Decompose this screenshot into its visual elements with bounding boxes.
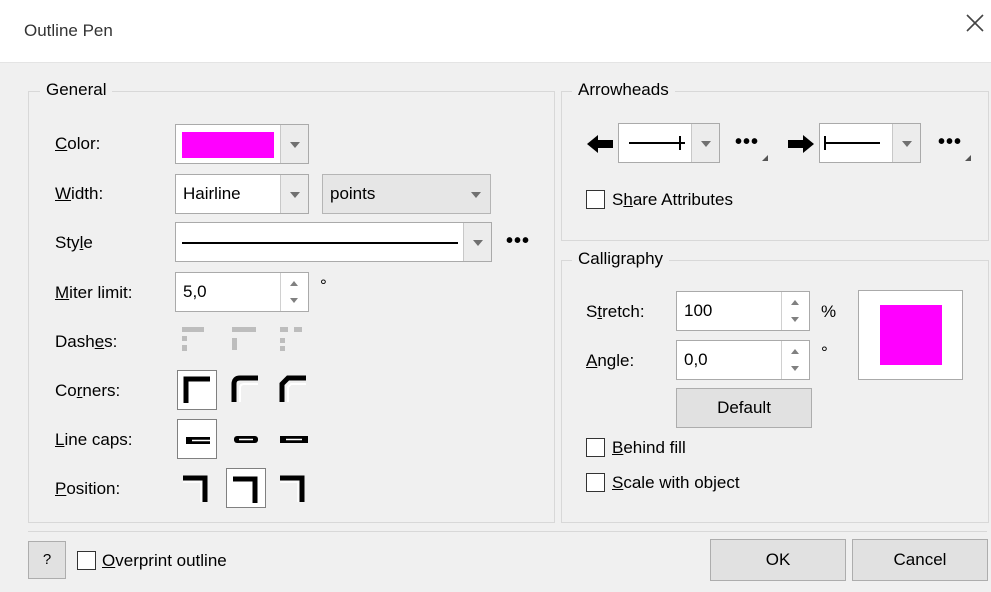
cap-round-icon [234, 436, 258, 443]
corner-round-button[interactable] [226, 370, 266, 410]
footer-divider [28, 531, 987, 532]
close-icon[interactable] [962, 10, 988, 36]
corner-indicator-icon [965, 155, 971, 161]
miter-spinner[interactable] [280, 273, 308, 311]
miter-unit: ° [320, 276, 327, 295]
chevron-down-icon[interactable] [280, 125, 308, 163]
dash-icon-3 [280, 327, 302, 351]
color-picker[interactable] [175, 124, 309, 164]
start-arrow-more-button[interactable]: ••• [735, 131, 759, 154]
position-inside-button[interactable] [274, 468, 314, 508]
dash-icon-1 [182, 327, 204, 351]
overprint-label: Overprint outline [102, 551, 227, 570]
position-label: Position: [55, 479, 121, 498]
angle-unit: ° [821, 343, 828, 362]
position-center-icon [233, 476, 258, 503]
corners-label: Corners: [55, 381, 121, 400]
position-center-button[interactable] [226, 468, 266, 508]
miter-limit-input[interactable]: 5,0 [175, 272, 309, 312]
chevron-down-icon[interactable] [462, 175, 490, 213]
stretch-label: Stretch: [586, 302, 645, 321]
style-label: Style [55, 233, 93, 252]
arrowheads-legend: Arrowheads [572, 80, 675, 100]
miter-label: Miter limit: [55, 283, 133, 302]
angle-label: Angle: [586, 351, 635, 370]
corner-bevel-icon [279, 375, 306, 402]
cap-square-icon [280, 436, 308, 443]
position-outside-button[interactable] [177, 468, 217, 508]
nib-shape [880, 305, 942, 365]
corner-miter-button[interactable] [177, 370, 217, 410]
chevron-down-icon[interactable] [892, 124, 920, 162]
stretch-spinner[interactable] [781, 292, 809, 330]
position-outside-icon [183, 475, 208, 502]
arrowheads-group [561, 91, 989, 241]
corner-miter-icon [183, 376, 210, 403]
linecaps-label: Line caps: [55, 430, 133, 449]
window-title: Outline Pen [24, 21, 113, 40]
width-units-select[interactable]: points [322, 174, 491, 214]
cap-butt-button[interactable] [177, 419, 217, 459]
nib-preview [858, 290, 963, 380]
stretch-unit: % [821, 302, 837, 321]
overprint-checkbox[interactable] [77, 551, 96, 570]
width-label: Width: [55, 184, 104, 203]
cap-butt-icon [186, 437, 210, 444]
end-arrowhead-select[interactable] [819, 123, 921, 163]
dash-icon-2 [232, 327, 256, 350]
cap-square-button[interactable] [274, 419, 314, 459]
angle-input[interactable]: 0,0 [676, 340, 810, 380]
angle-spinner[interactable] [781, 341, 809, 379]
chevron-down-icon[interactable] [463, 223, 491, 261]
color-swatch [182, 132, 274, 158]
default-button[interactable]: Default [676, 388, 812, 428]
chevron-down-icon[interactable] [691, 124, 719, 162]
ok-button[interactable]: OK [710, 539, 846, 581]
share-attributes-checkbox[interactable] [586, 190, 605, 209]
width-value: Hairline [183, 184, 241, 203]
width-units-value: points [330, 184, 376, 203]
start-arrowhead-select[interactable] [618, 123, 720, 163]
general-legend: General [40, 80, 113, 100]
scale-with-object-checkbox[interactable] [586, 473, 605, 492]
chevron-down-icon[interactable] [280, 175, 308, 213]
cancel-button[interactable]: Cancel [852, 539, 988, 581]
style-select[interactable] [175, 222, 492, 262]
color-label: Color: [55, 134, 101, 153]
miter-limit-value: 5,0 [183, 282, 207, 301]
calligraphy-legend: Calligraphy [572, 249, 670, 269]
behind-fill-checkbox[interactable] [586, 438, 605, 457]
end-arrow-preview [824, 142, 880, 144]
corner-indicator-icon [762, 155, 768, 161]
style-more-button[interactable]: ••• [506, 230, 530, 253]
scale-with-object-label: Scale with object [612, 473, 740, 492]
cap-round-button[interactable] [226, 419, 266, 459]
corner-bevel-button[interactable] [274, 370, 314, 410]
angle-value: 0,0 [684, 350, 708, 369]
share-attributes-label: Share Attributes [612, 190, 733, 209]
behind-fill-label: Behind fill [612, 438, 686, 457]
width-select[interactable]: Hairline [175, 174, 309, 214]
end-arrow-more-button[interactable]: ••• [938, 131, 962, 154]
stretch-value: 100 [684, 301, 713, 320]
stretch-input[interactable]: 100 [676, 291, 810, 331]
help-button[interactable]: ? [28, 541, 66, 579]
corner-round-icon [231, 375, 258, 402]
title-bar [0, 0, 991, 63]
dashes-label: Dashes: [55, 332, 118, 351]
arrow-right-icon [788, 135, 814, 153]
position-inside-icon [280, 475, 305, 502]
start-arrow-preview [629, 142, 685, 144]
arrow-left-icon [587, 135, 613, 153]
style-line-preview [182, 242, 458, 244]
